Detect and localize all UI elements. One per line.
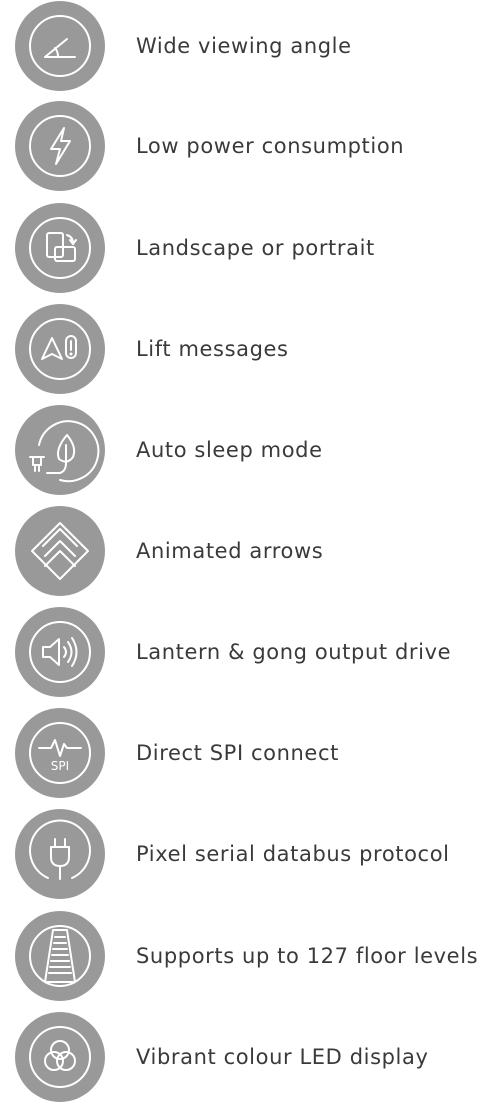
spi-pulse-icon: SPI [15,708,105,798]
feature-label: Lantern & gong output drive [136,640,452,664]
speaker-icon [15,607,105,697]
feature-list: Wide viewing angle Low power consumption… [0,0,493,1105]
feature-animated-arrows: Animated arrows [0,506,493,606]
colour-circles-icon [15,1012,105,1102]
feature-label: Wide viewing angle [136,34,352,58]
feature-label: Direct SPI connect [136,741,339,765]
feature-label: Animated arrows [136,539,324,563]
spi-icon-text: SPI [51,759,69,773]
rotate-orientation-icon [15,203,105,293]
plug-leaf-icon [15,405,105,495]
feature-pixel-serial: Pixel serial databus protocol [0,809,493,909]
power-plug-icon [15,809,105,899]
feature-lift-messages: Lift messages [0,304,493,404]
feature-label: Vibrant colour LED display [136,1045,429,1069]
feature-vibrant-colour: Vibrant colour LED display [0,1012,493,1112]
warning-message-icon [15,304,105,394]
feature-landscape-portrait: Landscape or portrait [0,203,493,303]
feature-label: Lift messages [136,337,289,361]
feature-label: Pixel serial databus protocol [136,842,450,866]
feature-auto-sleep: Auto sleep mode [0,405,493,505]
feature-label: Supports up to 127 floor levels [136,944,479,968]
feature-wide-viewing-angle: Wide viewing angle [0,1,493,101]
lightning-bolt-icon [15,101,105,191]
feature-label: Auto sleep mode [136,438,323,462]
chevron-arrows-icon [15,506,105,596]
viewing-angle-icon [15,1,105,91]
feature-label: Low power consumption [136,134,405,158]
feature-floor-levels: Supports up to 127 floor levels [0,911,493,1011]
feature-label: Landscape or portrait [136,236,375,260]
floor-levels-icon [15,911,105,1001]
feature-direct-spi: SPI Direct SPI connect [0,708,493,808]
feature-lantern-gong: Lantern & gong output drive [0,607,493,707]
feature-low-power: Low power consumption [0,101,493,201]
